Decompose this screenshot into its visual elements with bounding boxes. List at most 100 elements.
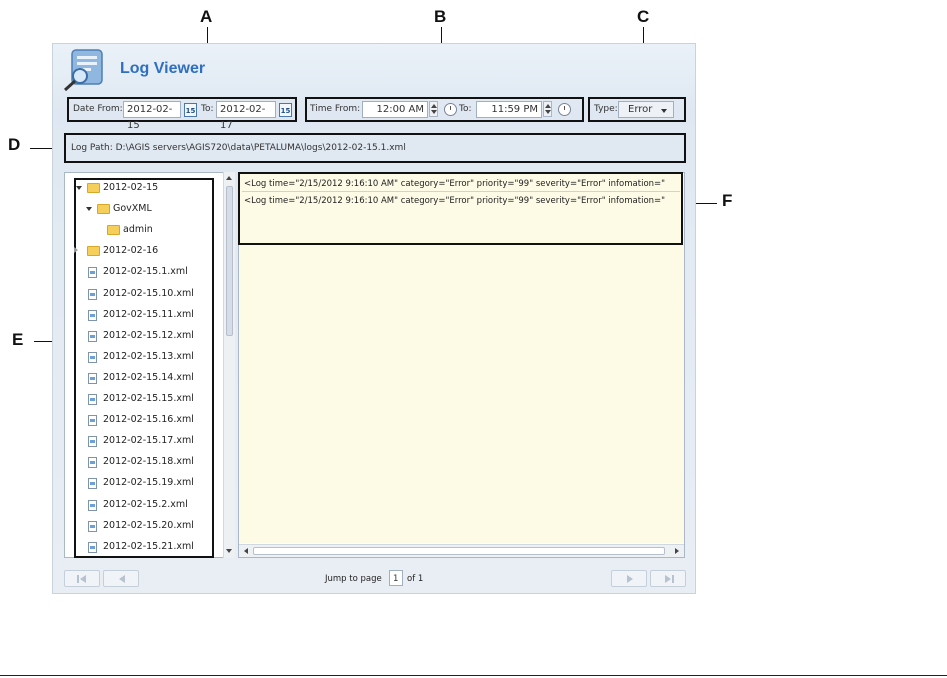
log-path-text: Log Path: D:\AGIS servers\AGIS720\data\P… <box>71 143 406 153</box>
tree-file-item[interactable]: 2012-02-15.10.xml <box>76 287 212 303</box>
scroll-up-icon[interactable] <box>226 176 232 180</box>
tree-item-label: 2012-02-15.18.xml <box>103 456 194 467</box>
expand-arrow-icon[interactable] <box>86 207 92 211</box>
folder-icon <box>97 204 110 214</box>
folder-icon <box>107 225 120 235</box>
callout-b: B <box>434 7 447 26</box>
tree-item-label: 2012-02-15.1.xml <box>103 266 188 277</box>
tree-scroll-thumb[interactable] <box>226 186 233 336</box>
log-viewer-logo-icon <box>62 48 112 92</box>
first-page-arrow-icon <box>80 575 86 583</box>
xml-file-icon <box>88 521 97 532</box>
tree-folder-item[interactable]: 2012-02-16 <box>74 244 212 260</box>
date-to-input[interactable]: 2012-02-17 <box>216 101 276 131</box>
collapse-arrow-icon[interactable] <box>74 247 78 253</box>
tree-item-label: 2012-02-15 <box>103 182 159 193</box>
tree-item-label: 2012-02-15.11.xml <box>103 309 194 320</box>
callout-f: F <box>722 191 733 210</box>
time-to-spinner[interactable] <box>543 101 552 117</box>
tree-item-label: 2012-02-15.16.xml <box>103 414 194 425</box>
tree-file-item[interactable]: 2012-02-15.18.xml <box>76 455 212 471</box>
tree-file-item[interactable]: 2012-02-15.21.xml <box>76 540 212 556</box>
tree-file-item[interactable]: 2012-02-15.16.xml <box>76 413 212 429</box>
expand-arrow-icon[interactable] <box>76 186 82 190</box>
time-from-spinner[interactable] <box>429 101 438 117</box>
tree-item-label: 2012-02-15.20.xml <box>103 520 194 531</box>
previous-page-icon <box>119 575 125 583</box>
scroll-down-icon[interactable] <box>226 549 232 553</box>
log-entry[interactable]: <Log time="2/15/2012 9:16:10 AM" categor… <box>244 195 678 207</box>
last-page-icon <box>672 575 674 583</box>
xml-file-icon <box>88 331 97 342</box>
tree-folder-item[interactable]: 2012-02-15 <box>76 181 212 197</box>
xml-file-icon <box>88 500 97 511</box>
callout-c: C <box>637 7 650 26</box>
tree-item-label: 2012-02-15.17.xml <box>103 435 194 446</box>
last-page-arrow-icon <box>665 575 671 583</box>
tree-file-item[interactable]: 2012-02-15.1.xml <box>76 265 212 281</box>
date-to-label: To: <box>201 104 214 114</box>
tree-item-label: 2012-02-16 <box>103 245 159 256</box>
tree-folder-item[interactable]: GovXML <box>76 202 212 218</box>
jump-to-page-label: Jump to page <box>325 574 382 584</box>
callout-a: A <box>200 7 213 26</box>
xml-file-icon <box>88 289 97 300</box>
first-page-button[interactable] <box>64 570 100 587</box>
tree-item-label: 2012-02-15.2.xml <box>103 499 188 510</box>
page-number-input[interactable]: 1 <box>389 570 403 586</box>
xml-file-icon <box>88 415 97 426</box>
folder-icon <box>87 183 100 193</box>
tree-scrollbar[interactable] <box>223 172 235 558</box>
tree-file-item[interactable]: 2012-02-15.12.xml <box>76 329 212 345</box>
time-to-clock-icon[interactable] <box>558 103 571 116</box>
callout-e: E <box>12 330 24 349</box>
time-to-input[interactable]: 11:59 PM <box>476 101 542 118</box>
tree-item-label: 2012-02-15.19.xml <box>103 477 194 488</box>
folder-icon <box>87 246 100 256</box>
xml-file-icon <box>88 542 97 553</box>
xml-file-icon <box>88 478 97 489</box>
tree-file-item[interactable]: 2012-02-15.13.xml <box>76 350 212 366</box>
tree-file-item[interactable]: 2012-02-15.19.xml <box>76 476 212 492</box>
log-scroll-thumb[interactable] <box>253 547 665 555</box>
xml-file-icon <box>88 457 97 468</box>
tree-file-item[interactable]: 2012-02-15.11.xml <box>76 308 212 324</box>
scroll-left-icon[interactable] <box>244 548 248 554</box>
log-entry[interactable]: <Log time="2/15/2012 9:16:10 AM" categor… <box>244 178 678 190</box>
xml-file-icon <box>88 436 97 447</box>
xml-file-icon <box>88 310 97 321</box>
page-count-label: of 1 <box>407 574 424 584</box>
type-label: Type: <box>594 104 618 114</box>
time-to-label: To: <box>459 104 472 114</box>
date-from-input[interactable]: 2012-02-15 <box>123 101 181 131</box>
tree-file-item[interactable]: 2012-02-15.2.xml <box>76 498 212 514</box>
callout-d: D <box>8 135 21 154</box>
xml-file-icon <box>88 394 97 405</box>
tree-item-label: 2012-02-15.13.xml <box>103 351 194 362</box>
time-from-input[interactable]: 12:00 AM <box>362 101 428 118</box>
time-from-clock-icon[interactable] <box>444 103 457 116</box>
log-entry-divider <box>242 191 680 192</box>
tree-file-item[interactable]: 2012-02-15.20.xml <box>76 519 212 535</box>
tree-item-label: 2012-02-15.21.xml <box>103 541 194 552</box>
date-to-calendar-icon[interactable]: 15 <box>279 103 292 117</box>
tree-item-label: 2012-02-15.12.xml <box>103 330 194 341</box>
tree-file-item[interactable]: 2012-02-15.15.xml <box>76 392 212 408</box>
date-from-calendar-icon[interactable]: 15 <box>184 103 197 117</box>
first-page-icon <box>77 575 79 583</box>
tree-file-item[interactable]: 2012-02-15.14.xml <box>76 371 212 387</box>
time-from-label: Time From: <box>310 104 361 114</box>
bottom-rule <box>0 675 947 676</box>
chevron-down-icon <box>661 109 667 113</box>
xml-file-icon <box>88 267 97 278</box>
previous-page-button[interactable] <box>103 570 139 587</box>
tree-item-label: 2012-02-15.15.xml <box>103 393 194 404</box>
tree-file-item[interactable]: 2012-02-15.17.xml <box>76 434 212 450</box>
tree-folder-item[interactable]: admin <box>76 223 212 239</box>
next-page-icon <box>627 575 633 583</box>
type-select[interactable]: Error <box>618 101 674 118</box>
scroll-right-icon[interactable] <box>675 548 679 554</box>
log-horizontal-scrollbar[interactable] <box>239 544 684 557</box>
last-page-button[interactable] <box>650 570 686 587</box>
next-page-button[interactable] <box>611 570 647 587</box>
